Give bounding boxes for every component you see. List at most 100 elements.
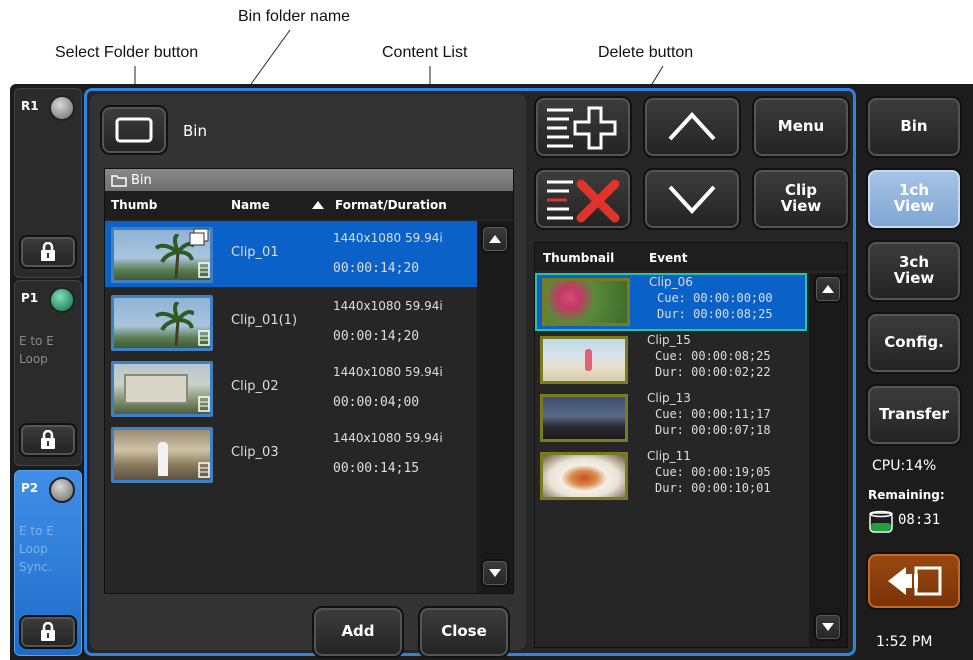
clip-duration: 00:00:04;00 — [333, 395, 420, 410]
playlist-scroll-down-button[interactable] — [814, 613, 842, 641]
clip-format: 1440x1080 59.94i — [333, 431, 443, 445]
clip-name: Clip_02 — [231, 379, 279, 394]
channel-r1[interactable]: R1 — [14, 88, 82, 278]
event-row[interactable]: Clip_15 Cue: 00:00:08;25 Dur: 00:00:02;2… — [535, 333, 807, 391]
event-cue: Cue: 00:00:19;05 — [655, 465, 771, 479]
list-path-label: Bin — [131, 172, 152, 188]
cpu-usage: CPU:14% — [872, 458, 937, 474]
event-thumbnail — [540, 394, 628, 442]
channel-p1-mode-2: Loop — [19, 352, 48, 366]
playlist-scroll-up-button[interactable] — [814, 275, 842, 303]
scroll-up-button[interactable] — [481, 225, 509, 253]
select-folder-button[interactable] — [100, 105, 168, 155]
channel-p1-mode-1: E to E — [19, 334, 54, 348]
column-format-duration[interactable]: Format/Duration — [335, 198, 447, 212]
clip-thumbnail — [111, 361, 213, 417]
channel-r1-led — [49, 95, 75, 121]
sidebar-transfer-button[interactable]: Transfer — [866, 384, 962, 446]
sidebar-3ch-view-button[interactable]: 3ch View — [866, 240, 962, 302]
clip-row[interactable]: Clip_02 1440x1080 59.94i 00:00:04;00 — [105, 355, 477, 421]
lock-icon — [41, 242, 55, 261]
list-path-header: Bin — [105, 169, 513, 191]
sidebar-bin-button[interactable]: Bin — [866, 96, 962, 158]
film-icon — [198, 262, 210, 278]
channel-p2-label: P2 — [21, 481, 39, 495]
storage-drum-icon — [869, 510, 893, 533]
playlist[interactable]: Thumbnail Event Clip_06 Cue: 00:00:00;00… — [534, 242, 848, 648]
channel-p1-lock-button[interactable] — [19, 423, 77, 457]
event-duration: Dur: 00:00:10;01 — [655, 481, 771, 495]
event-cue: Cue: 00:00:00;00 — [657, 291, 773, 305]
event-name: Clip_15 — [647, 333, 691, 347]
sidebar-config-button[interactable]: Config. — [866, 312, 962, 374]
channel-p2[interactable]: P2 E to E Loop Sync. — [14, 470, 82, 656]
playlist-header: Thumbnail Event — [535, 243, 847, 271]
sidebar-1ch-view-button[interactable]: 1ch View — [866, 168, 962, 230]
clock: 1:52 PM — [876, 634, 933, 650]
bin-folder-name: Bin — [183, 122, 207, 140]
menu-button[interactable]: Menu — [752, 96, 850, 158]
annotation-select-folder-button: Select Folder button — [55, 44, 199, 61]
triangle-up-icon — [489, 235, 501, 243]
clip-row[interactable]: Clip_03 1440x1080 59.94i 00:00:14;15 — [105, 421, 477, 487]
annotation-delete-button: Delete button — [598, 44, 694, 61]
film-icon — [198, 396, 210, 412]
close-button[interactable]: Close — [418, 606, 510, 658]
event-row[interactable]: Clip_13 Cue: 00:00:11;17 Dur: 00:00:07;1… — [535, 391, 807, 449]
film-icon — [198, 330, 210, 346]
event-row[interactable]: Clip_11 Cue: 00:00:19;05 Dur: 00:00:10;0… — [535, 449, 807, 507]
list-delete-icon — [547, 179, 620, 223]
back-arrow-icon — [888, 566, 942, 596]
channel-p1-label: P1 — [21, 291, 39, 305]
clip-row[interactable]: Clip_01(1) 1440x1080 59.94i 00:00:14;20 — [105, 289, 477, 355]
scroll-down-button[interactable] — [481, 559, 509, 587]
content-list-scrollbar[interactable] — [477, 221, 513, 593]
channel-p1[interactable]: P1 E to E Loop — [14, 280, 82, 466]
move-down-button[interactable] — [643, 168, 741, 230]
folder-icon — [115, 117, 153, 143]
event-duration: Dur: 00:00:02;22 — [655, 365, 771, 379]
channel-p2-led — [49, 477, 75, 503]
channel-r1-lock-button[interactable] — [19, 235, 77, 269]
content-list[interactable]: Bin Thumb Name Format/Duration Clip_01 1… — [104, 168, 514, 594]
add-button[interactable]: Add — [312, 606, 404, 658]
column-header: Thumb Name Format/Duration — [105, 191, 513, 219]
event-name: Clip_13 — [647, 391, 691, 405]
event-thumbnail — [540, 336, 628, 384]
sign-image — [124, 374, 188, 404]
channel-p2-lock-button[interactable] — [19, 615, 77, 649]
column-event: Event — [649, 251, 688, 265]
clip-thumbnail — [111, 227, 213, 283]
clip-name: Clip_03 — [231, 445, 279, 460]
column-name[interactable]: Name — [231, 198, 270, 212]
clip-thumbnail — [111, 427, 213, 483]
chevron-down-icon — [668, 185, 716, 214]
back-button[interactable] — [866, 552, 962, 610]
delete-button[interactable] — [534, 168, 632, 230]
add-to-playlist-button[interactable] — [534, 96, 632, 158]
clip-view-button[interactable]: Clip View — [752, 168, 850, 230]
column-thumb[interactable]: Thumb — [111, 198, 157, 212]
playlist-scrollbar[interactable] — [809, 273, 847, 647]
clip-name: Clip_01(1) — [231, 313, 298, 328]
channel-p1-led — [49, 287, 75, 313]
clip-format: 1440x1080 59.94i — [333, 231, 443, 245]
channel-r1-label: R1 — [21, 99, 39, 113]
clip-format: 1440x1080 59.94i — [333, 365, 443, 379]
event-duration: Dur: 00:00:08;25 — [657, 307, 773, 321]
film-icon — [198, 462, 210, 478]
move-up-button[interactable] — [643, 96, 741, 158]
remaining-label: Remaining: — [868, 488, 945, 502]
triangle-up-icon — [822, 285, 834, 293]
event-duration: Dur: 00:00:07;18 — [655, 423, 771, 437]
event-name: Clip_06 — [649, 275, 693, 289]
sort-ascending-icon — [312, 201, 324, 209]
clip-row[interactable]: Clip_01 1440x1080 59.94i 00:00:14;20 — [105, 221, 477, 287]
person-image — [158, 442, 168, 476]
event-thumbnail — [540, 452, 628, 500]
event-row[interactable]: Clip_06 Cue: 00:00:00;00 Dur: 00:00:08;2… — [535, 273, 807, 331]
lock-icon — [41, 622, 55, 641]
event-name: Clip_11 — [647, 449, 691, 463]
clip-duration: 00:00:14;20 — [333, 329, 420, 344]
folder-icon — [111, 174, 127, 187]
